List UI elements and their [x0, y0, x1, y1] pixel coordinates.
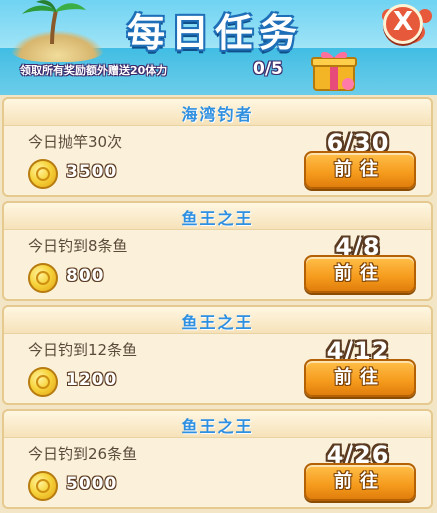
task-card: 海湾钓者 今日抛竿30次 3500 6/30 前往 [2, 97, 433, 197]
reward-amount: 1200 [66, 370, 118, 390]
task-title: 海湾钓者 [181, 105, 254, 124]
task-title: 鱼王之王 [181, 209, 254, 228]
coin-icon [28, 159, 58, 189]
task-description: 今日抛竿30次 [28, 133, 123, 151]
task-description: 今日钓到26条鱼 [28, 445, 138, 463]
card-header: 鱼王之王 [4, 203, 431, 230]
task-card: 鱼王之王 今日钓到26条鱼 5000 4/26 前往 [2, 409, 433, 509]
go-button[interactable]: 前往 [304, 463, 416, 501]
go-button[interactable]: 前往 [304, 359, 416, 397]
card-header: 鱼王之王 [4, 411, 431, 438]
go-button[interactable]: 前往 [304, 255, 416, 293]
reward-amount: 5000 [66, 474, 118, 494]
page-title: 每日任务 [126, 11, 303, 55]
task-progress: 0/5 [253, 59, 283, 79]
header-banner: 每日任务 X 领取所有奖励额外赠送20体力 0/5 [0, 0, 437, 95]
coin-icon [28, 263, 58, 293]
close-button[interactable]: X [383, 4, 423, 44]
task-description: 今日钓到12条鱼 [28, 341, 138, 359]
reward-amount: 800 [66, 266, 105, 286]
reward-amount: 3500 [66, 162, 118, 182]
card-header: 鱼王之王 [4, 307, 431, 334]
task-title: 鱼王之王 [181, 417, 254, 436]
palm-tree-icon [22, 0, 86, 45]
coin-icon [28, 367, 58, 397]
task-card: 鱼王之王 今日钓到12条鱼 1200 4/12 前往 [2, 305, 433, 405]
coin-icon [28, 471, 58, 501]
task-description: 今日钓到8条鱼 [28, 237, 128, 255]
task-title: 鱼王之王 [181, 313, 254, 332]
bonus-subtitle: 领取所有奖励额外赠送20体力 [20, 64, 168, 77]
task-card: 鱼王之王 今日钓到8条鱼 800 4/8 前往 [2, 201, 433, 301]
gift-box-icon[interactable] [308, 46, 360, 92]
card-header: 海湾钓者 [4, 99, 431, 126]
go-button[interactable]: 前往 [304, 151, 416, 189]
